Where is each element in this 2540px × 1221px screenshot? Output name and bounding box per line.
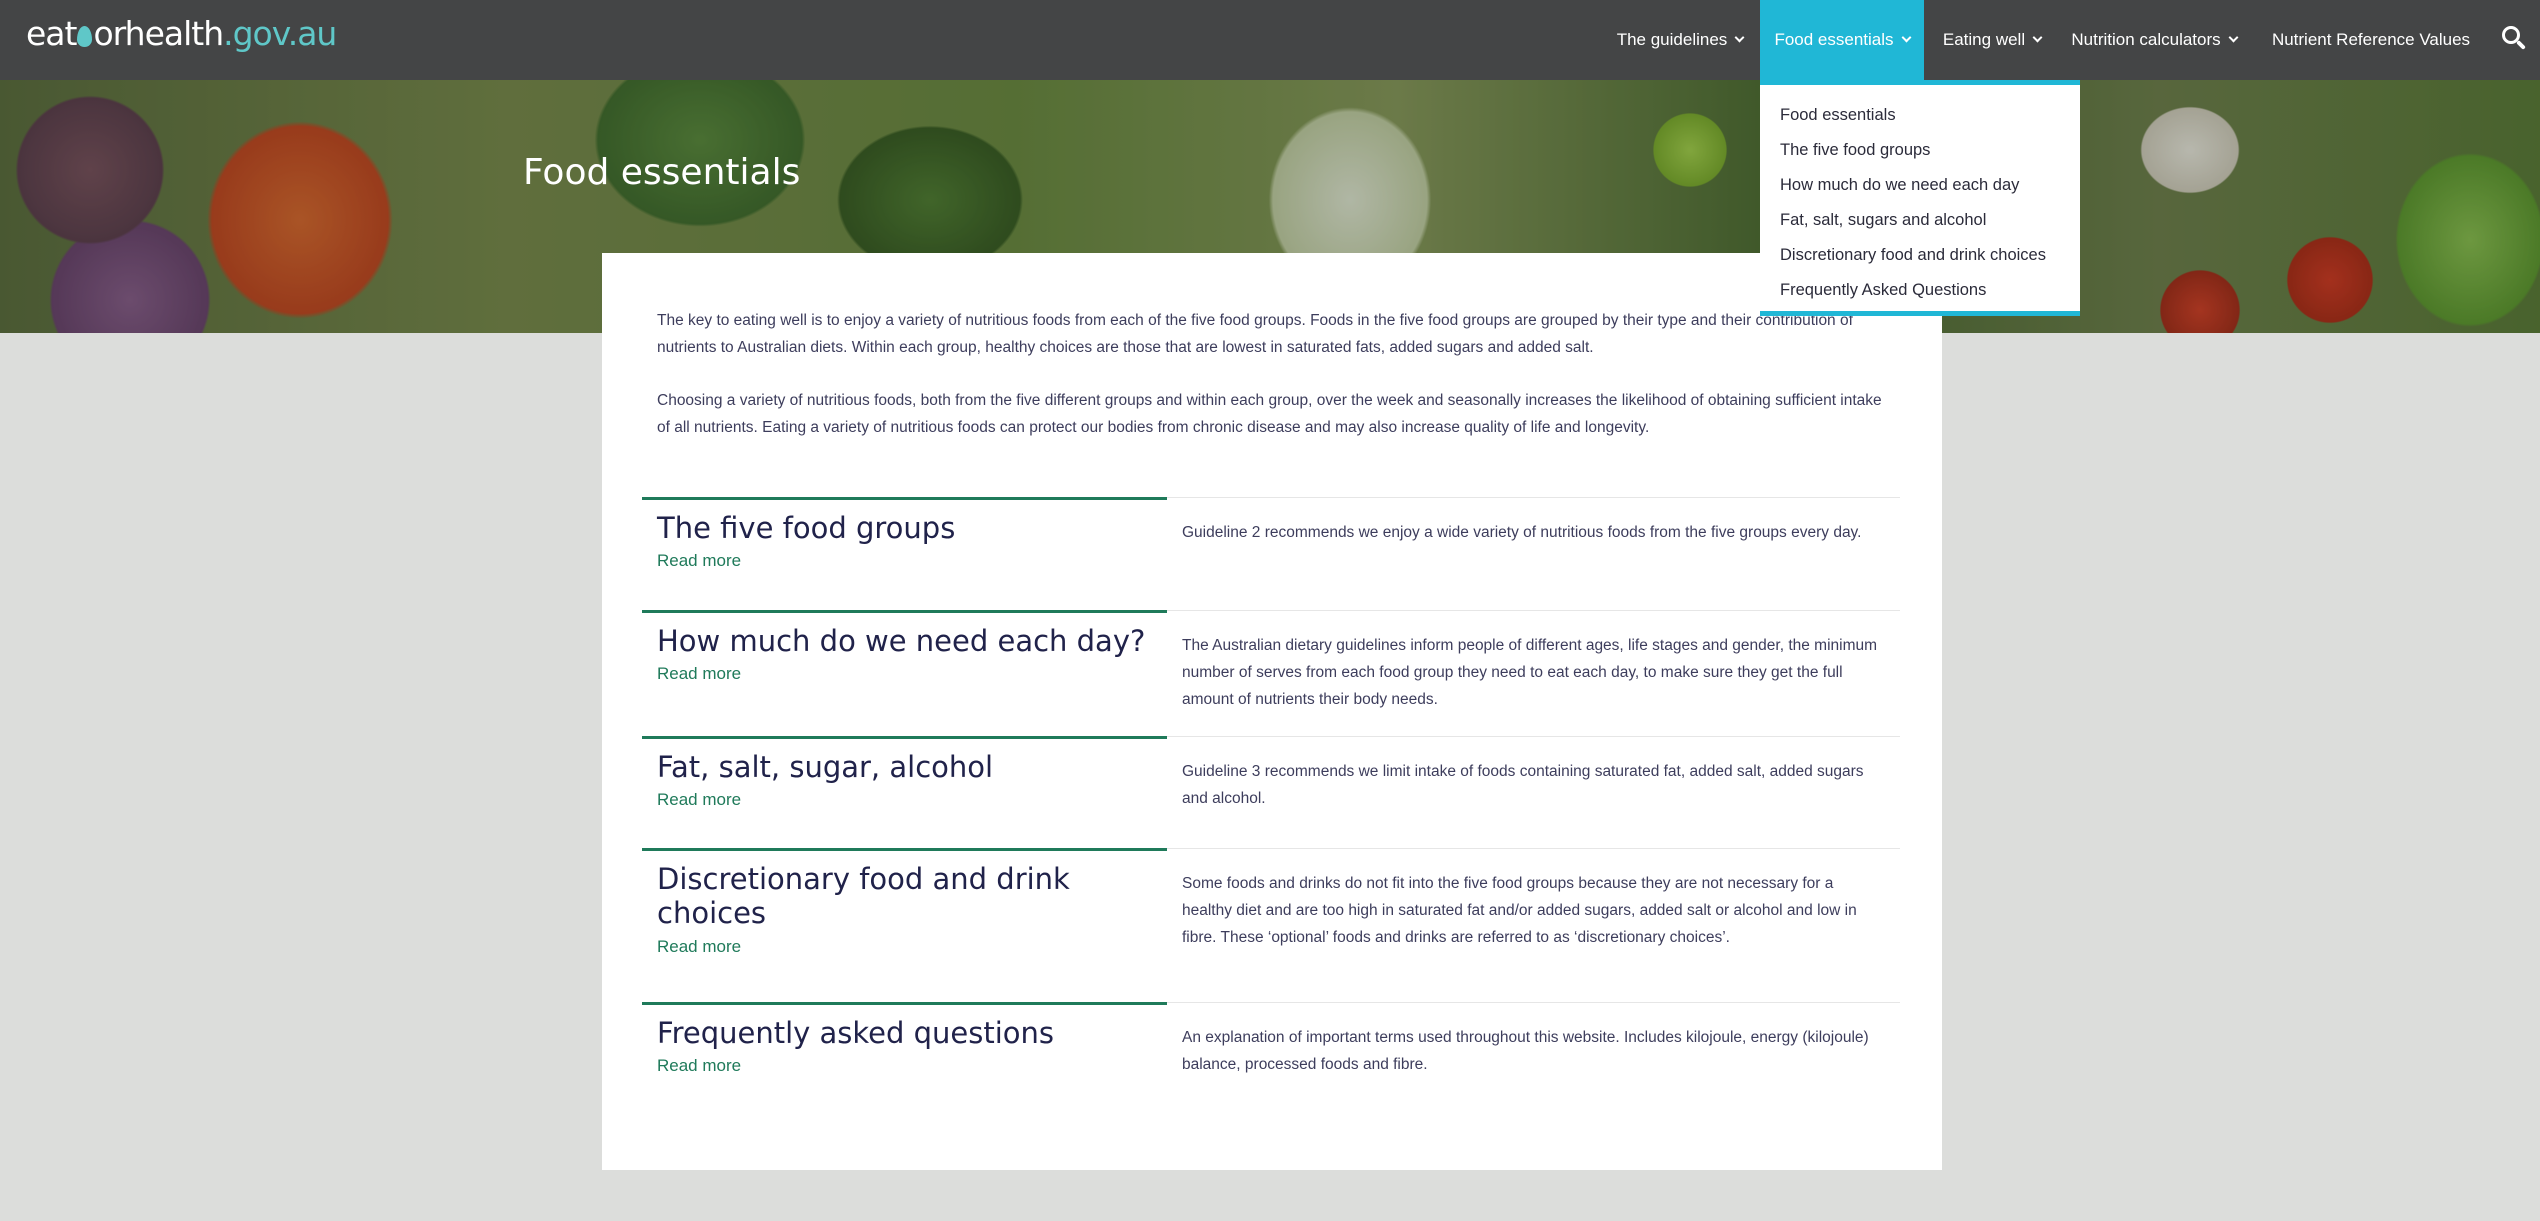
main-nav: The guidelines Food essentials Eating we… xyxy=(0,0,2540,80)
section-description: Guideline 3 recommends we limit intake o… xyxy=(1182,763,1864,807)
top-navigation-bar: eat orhealth.gov.au The guidelines Food e… xyxy=(0,0,2540,80)
section-description: The Australian dietary guidelines inform… xyxy=(1182,637,1878,708)
section-heading[interactable]: How much do we need each day? xyxy=(657,624,1157,658)
chevron-down-icon xyxy=(2032,32,2043,43)
section-description: Some foods and drinks do not fit into th… xyxy=(1182,875,1857,946)
food-essentials-dropdown-menu: Food essentials The five food groups How… xyxy=(1760,80,2080,316)
nav-item-label: Food essentials xyxy=(1774,30,1894,49)
nav-item-label: Eating well xyxy=(1942,30,2026,49)
chevron-down-icon xyxy=(1901,32,1911,43)
section-heading[interactable]: The five food groups xyxy=(657,511,1157,545)
section-divider xyxy=(642,497,1167,500)
section-heading[interactable]: Discretionary food and drink choices xyxy=(657,862,1157,930)
section-heading[interactable]: Frequently asked questions xyxy=(657,1016,1157,1050)
dropdown-item-faq[interactable]: Frequently Asked Questions xyxy=(1780,281,1986,300)
dropdown-item-five-food-groups[interactable]: The five food groups xyxy=(1780,141,1930,160)
read-more-link[interactable]: Read more xyxy=(657,551,741,571)
page-title: Food essentials xyxy=(523,152,801,193)
nav-item-label: Nutrition calculators xyxy=(2071,30,2221,49)
section-faq: Frequently asked questions Read more An … xyxy=(642,1002,1900,1114)
main-content: The key to eating well is to enjoy a var… xyxy=(602,253,1942,1170)
search-icon[interactable] xyxy=(2502,26,2526,52)
intro-paragraph-1: The key to eating well is to enjoy a var… xyxy=(657,312,1853,356)
nav-item-label: The guidelines xyxy=(1616,30,1728,49)
section-divider xyxy=(642,736,1167,739)
nav-item-eating-well[interactable]: Eating well xyxy=(1930,0,2054,80)
read-more-link[interactable]: Read more xyxy=(657,937,741,957)
nav-item-food-essentials[interactable]: Food essentials xyxy=(1760,0,1924,80)
section-discretionary: Discretionary food and drink choices Rea… xyxy=(642,848,1900,1002)
section-description: Guideline 2 recommends we enjoy a wide v… xyxy=(1182,524,1862,541)
section-divider xyxy=(642,1002,1167,1005)
read-more-link[interactable]: Read more xyxy=(657,664,741,684)
section-five-food-groups: The five food groups Read more Guideline… xyxy=(642,497,1900,609)
section-how-much: How much do we need each day? Read more … xyxy=(642,610,1900,736)
read-more-link[interactable]: Read more xyxy=(657,1056,741,1076)
section-divider xyxy=(642,610,1167,613)
section-description: An explanation of important terms used t… xyxy=(1182,1029,1869,1073)
section-fat-salt-sugar-alcohol: Fat, salt, sugar, alcohol Read more Guid… xyxy=(642,736,1900,848)
section-divider xyxy=(642,848,1167,851)
intro-paragraph-2: Choosing a variety of nutritious foods, … xyxy=(657,392,1882,436)
section-heading[interactable]: Fat, salt, sugar, alcohol xyxy=(657,750,1157,784)
chevron-down-icon xyxy=(2228,32,2239,43)
nav-item-label: Nutrient Reference Values xyxy=(2271,30,2471,49)
dropdown-item-how-much[interactable]: How much do we need each day xyxy=(1780,176,2019,195)
dropdown-item-fat-salt-sugars-alcohol[interactable]: Fat, salt, sugars and alcohol xyxy=(1780,211,1986,230)
dropdown-item-food-essentials[interactable]: Food essentials xyxy=(1780,106,1896,125)
nav-item-nutrient-reference-values[interactable]: Nutrient Reference Values xyxy=(2260,0,2482,80)
dropdown-item-discretionary[interactable]: Discretionary food and drink choices xyxy=(1780,246,2046,265)
nav-item-nutrition-calculators[interactable]: Nutrition calculators xyxy=(2060,0,2248,80)
read-more-link[interactable]: Read more xyxy=(657,790,741,810)
nav-item-the-guidelines[interactable]: The guidelines xyxy=(1604,0,1756,80)
chevron-down-icon xyxy=(1734,32,1745,43)
